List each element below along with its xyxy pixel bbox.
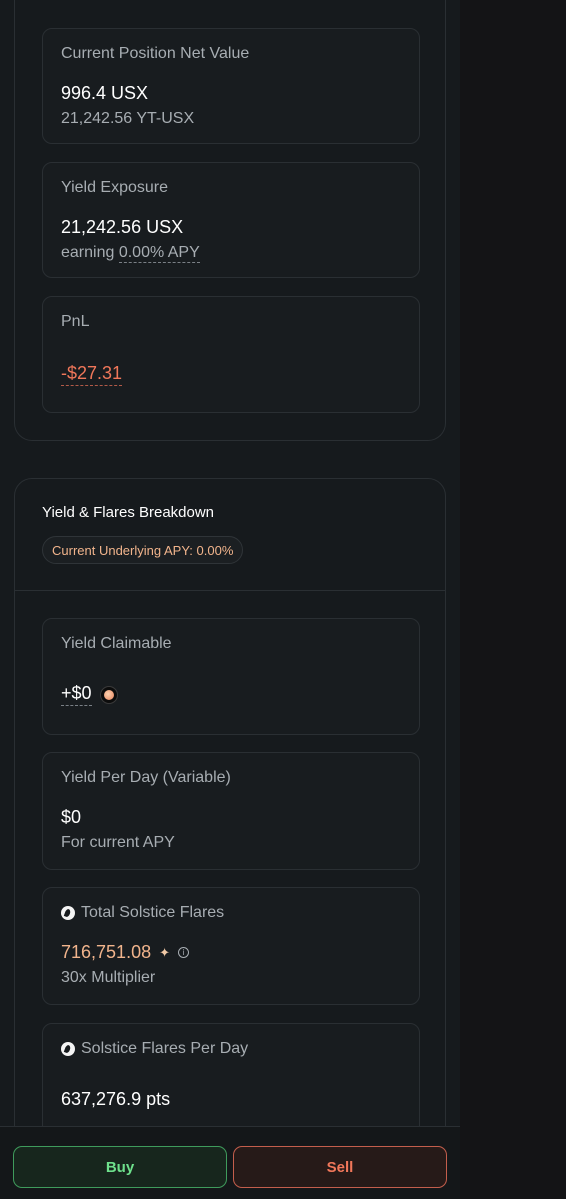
total-flares-card: Total Solstice Flares 716,751.08 ✦ i 30x… xyxy=(42,887,420,1005)
yield-per-day-card: Yield Per Day (Variable) $0 For current … xyxy=(42,752,420,870)
flares-per-day-amount: 637,276.9 pts xyxy=(61,1089,171,1109)
yield-claimable-value-wrap: +$0 xyxy=(61,683,118,706)
apy-tooltip-trigger[interactable]: 0.00% APY xyxy=(118,244,200,263)
net-value-amount: 996.4 USX xyxy=(61,83,149,103)
yield-per-day-label: Yield Per Day (Variable) xyxy=(61,769,231,786)
background-strip xyxy=(460,0,566,1199)
total-flares-label-wrap: Total Solstice Flares xyxy=(61,904,224,922)
net-value-sub: 21,242.56 YT-USX xyxy=(61,110,195,127)
yield-claimable-amount[interactable]: +$0 xyxy=(61,683,92,706)
pnl-amount-wrap: -$27.31 xyxy=(61,363,123,386)
yield-exposure-label: Yield Exposure xyxy=(61,179,169,196)
yield-exposure-sub: earning 0.00% APY xyxy=(61,244,200,263)
pnl-label: PnL xyxy=(61,313,90,330)
net-value-card: Current Position Net Value 996.4 USX 21,… xyxy=(42,28,420,144)
total-flares-value-wrap: 716,751.08 ✦ i xyxy=(61,942,189,963)
total-flares-amount: 716,751.08 xyxy=(61,942,152,962)
yield-claimable-label: Yield Claimable xyxy=(61,635,172,652)
action-bar: Buy Sell xyxy=(0,1126,460,1199)
position-summary-section: Current Position Net Value 996.4 USX 21,… xyxy=(14,0,446,441)
yield-exposure-card: Yield Exposure 21,242.56 USX earning 0.0… xyxy=(42,162,420,278)
flares-per-day-label-wrap: Solstice Flares Per Day xyxy=(61,1040,248,1058)
multiplier-text: 30x Multiplier xyxy=(61,969,156,986)
flares-per-day-label: Solstice Flares Per Day xyxy=(81,1040,249,1057)
underlying-apy-badge: Current Underlying APY: 0.00% xyxy=(42,536,244,564)
sell-button[interactable]: Sell xyxy=(233,1146,447,1188)
yield-per-day-sub: For current APY xyxy=(61,834,175,851)
yield-flares-section: Yield & Flares Breakdown Current Underly… xyxy=(14,478,446,1199)
section-title: Yield & Flares Breakdown xyxy=(42,504,215,521)
yield-claimable-card: Yield Claimable +$0 xyxy=(42,618,420,735)
total-flares-label: Total Solstice Flares xyxy=(81,904,225,921)
buy-button[interactable]: Buy xyxy=(13,1146,227,1188)
yield-exposure-amount: 21,242.56 USX xyxy=(61,217,184,237)
solstice-flare-icon xyxy=(61,1042,75,1056)
pnl-amount[interactable]: -$27.31 xyxy=(61,363,123,386)
section-divider xyxy=(15,590,445,591)
yield-per-day-amount: $0 xyxy=(61,807,82,827)
earning-prefix: earning xyxy=(61,244,115,261)
sparkle-icon: ✦ xyxy=(159,944,170,960)
info-icon[interactable]: i xyxy=(178,947,189,958)
net-value-label: Current Position Net Value xyxy=(61,45,250,62)
position-panel[interactable]: Current Position Net Value 996.4 USX 21,… xyxy=(0,0,460,1199)
solstice-flare-icon xyxy=(61,906,75,920)
pnl-card: PnL -$27.31 xyxy=(42,296,420,413)
app-root: Current Position Net Value 996.4 USX 21,… xyxy=(0,0,566,1199)
usx-coin-icon xyxy=(99,685,118,704)
